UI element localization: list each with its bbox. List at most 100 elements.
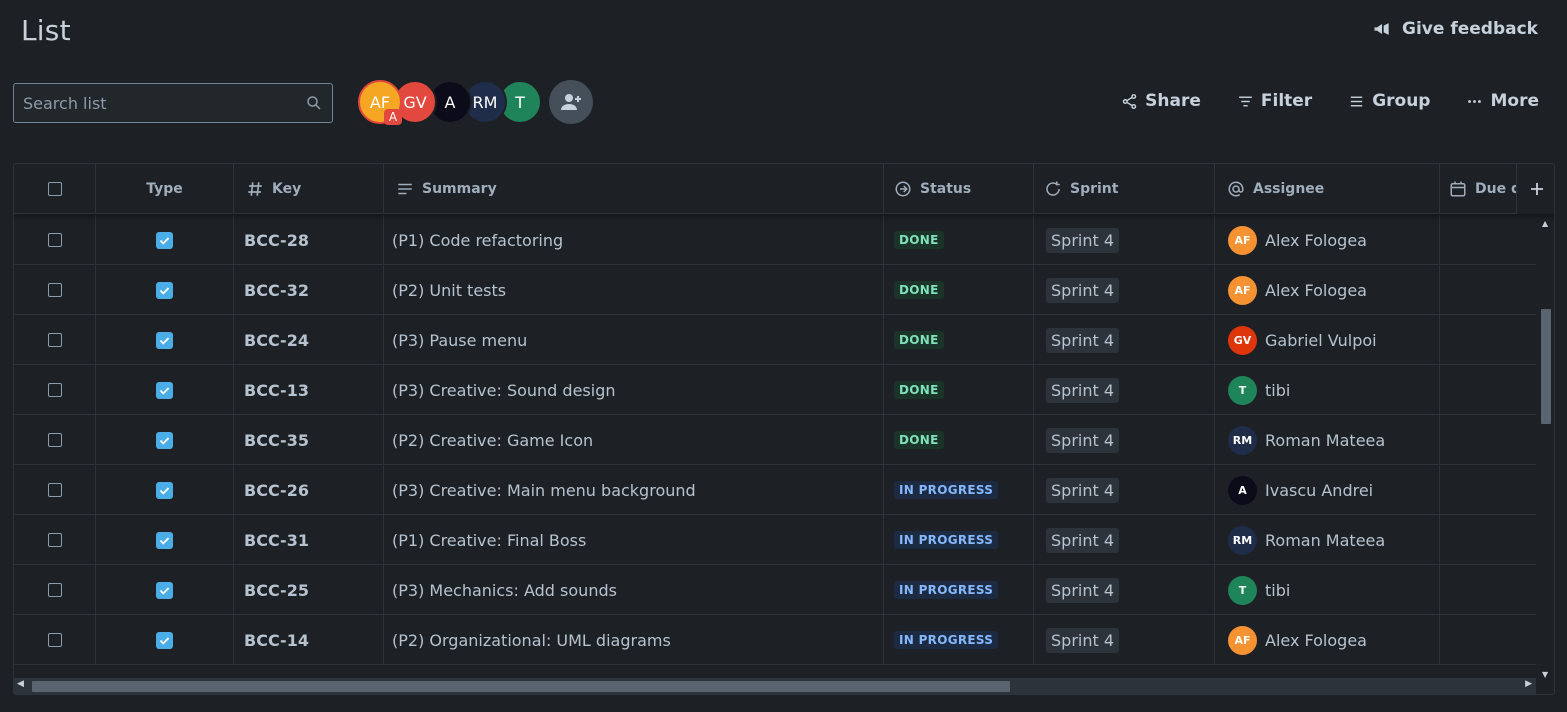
status-cell[interactable]: DONE xyxy=(884,265,1034,315)
assignee-cell[interactable]: Ttibi xyxy=(1215,365,1440,415)
status-cell[interactable]: IN PROGRESS xyxy=(884,465,1034,515)
row-checkbox[interactable] xyxy=(47,283,62,297)
key-cell[interactable]: BCC-32 xyxy=(234,265,384,315)
sprint-tag[interactable]: Sprint 4 xyxy=(1046,427,1120,453)
add-column-button[interactable] xyxy=(1516,164,1554,214)
table-row[interactable]: BCC-24 (P3) Pause menu DONE Sprint 4 GV Gabri… xyxy=(14,315,1536,365)
row-checkbox[interactable] xyxy=(47,583,62,597)
group-button[interactable]: Group xyxy=(1348,91,1430,111)
summary-cell[interactable]: (P3) Mechanics: Add sounds xyxy=(384,565,884,615)
horizontal-scrollbar[interactable]: ◀ ▶ xyxy=(14,678,1536,694)
sprint-cell[interactable]: Sprint 4 xyxy=(1034,615,1215,665)
status-badge[interactable]: IN PROGRESS xyxy=(894,531,999,549)
sprint-tag[interactable]: Sprint 4 xyxy=(1046,477,1120,503)
issue-key[interactable]: BCC-13 xyxy=(244,381,309,400)
issue-summary[interactable]: (P3) Mechanics: Add sounds xyxy=(392,581,617,600)
key-cell[interactable]: BCC-31 xyxy=(234,515,384,565)
table-row[interactable]: BCC-32 (P2) Unit tests DONE Sprint 4 AF Alex … xyxy=(14,265,1536,315)
due-date-cell[interactable] xyxy=(1440,615,1536,665)
due-date-cell[interactable] xyxy=(1440,515,1536,565)
status-cell[interactable]: DONE xyxy=(884,415,1034,465)
status-cell[interactable]: IN PROGRESS xyxy=(884,515,1034,565)
summary-cell[interactable]: (P3) Creative: Sound design xyxy=(384,365,884,415)
key-cell[interactable]: BCC-24 xyxy=(234,315,384,365)
issue-key[interactable]: BCC-25 xyxy=(244,581,309,600)
issue-key[interactable]: BCC-14 xyxy=(244,631,309,650)
select-all-checkbox[interactable] xyxy=(47,182,62,196)
issue-summary[interactable]: (P3) Pause menu xyxy=(392,331,527,350)
column-header-summary[interactable]: Summary xyxy=(384,164,884,214)
issue-summary[interactable]: (P1) Code refactoring xyxy=(392,231,563,250)
sprint-cell[interactable]: Sprint 4 xyxy=(1034,365,1215,415)
assignee-cell[interactable]: GV Gabriel Vulpoi xyxy=(1215,315,1440,365)
row-checkbox[interactable] xyxy=(47,233,62,247)
status-badge[interactable]: IN PROGRESS xyxy=(894,581,999,599)
table-row[interactable]: BCC-25 (P3) Mechanics: Add sounds IN PROGR… xyxy=(14,565,1536,615)
due-date-cell[interactable] xyxy=(1440,265,1536,315)
summary-cell[interactable]: (P2) Creative: Game Icon xyxy=(384,415,884,465)
horizontal-scroll-thumb[interactable] xyxy=(32,681,1010,692)
issue-key[interactable]: BCC-35 xyxy=(244,431,309,450)
assignee-cell[interactable]: AF Alex Fologea xyxy=(1215,265,1440,315)
assignee-cell[interactable]: RM Roman Mateea xyxy=(1215,515,1440,565)
status-cell[interactable]: DONE xyxy=(884,215,1034,265)
summary-cell[interactable]: (P2) Organizational: UML diagrams xyxy=(384,615,884,665)
issue-key[interactable]: BCC-31 xyxy=(244,531,309,550)
issue-key[interactable]: BCC-32 xyxy=(244,281,309,300)
key-cell[interactable]: BCC-26 xyxy=(234,465,384,515)
status-badge[interactable]: DONE xyxy=(894,381,944,399)
due-date-cell[interactable] xyxy=(1440,465,1536,515)
scroll-left-icon[interactable]: ◀ xyxy=(17,679,24,689)
scroll-up-icon[interactable]: ▲ xyxy=(1542,219,1548,228)
sprint-cell[interactable]: Sprint 4 xyxy=(1034,265,1215,315)
issue-summary[interactable]: (P2) Creative: Game Icon xyxy=(392,431,593,450)
issue-summary[interactable]: (P2) Organizational: UML diagrams xyxy=(392,631,671,650)
key-cell[interactable]: BCC-25 xyxy=(234,565,384,615)
summary-cell[interactable]: (P3) Creative: Main menu background xyxy=(384,465,884,515)
issue-key[interactable]: BCC-28 xyxy=(244,231,309,250)
issue-key[interactable]: BCC-24 xyxy=(244,331,309,350)
share-button[interactable]: Share xyxy=(1121,91,1201,111)
summary-cell[interactable]: (P1) Code refactoring xyxy=(384,215,884,265)
filter-button[interactable]: Filter xyxy=(1237,91,1312,111)
column-header-assignee[interactable]: Assignee xyxy=(1215,164,1440,214)
status-badge[interactable]: IN PROGRESS xyxy=(894,631,999,649)
summary-cell[interactable]: (P1) Creative: Final Boss xyxy=(384,515,884,565)
table-row[interactable]: BCC-26 (P3) Creative: Main menu backgroun… xyxy=(14,465,1536,515)
sprint-tag[interactable]: Sprint 4 xyxy=(1046,327,1120,353)
sprint-tag[interactable]: Sprint 4 xyxy=(1046,527,1120,553)
status-cell[interactable]: IN PROGRESS xyxy=(884,615,1034,665)
key-cell[interactable]: BCC-14 xyxy=(234,615,384,665)
assignee-cell[interactable]: A Ivascu Andrei xyxy=(1215,465,1440,515)
key-cell[interactable]: BCC-13 xyxy=(234,365,384,415)
give-feedback-button[interactable]: Give feedback xyxy=(1372,19,1538,39)
table-row[interactable]: BCC-14 (P2) Organizational: UML diagrams I… xyxy=(14,615,1536,665)
sprint-tag[interactable]: Sprint 4 xyxy=(1046,377,1120,403)
sprint-cell[interactable]: Sprint 4 xyxy=(1034,415,1215,465)
key-cell[interactable]: BCC-28 xyxy=(234,215,384,265)
due-date-cell[interactable] xyxy=(1440,365,1536,415)
status-cell[interactable]: IN PROGRESS xyxy=(884,565,1034,615)
row-checkbox[interactable] xyxy=(47,383,62,397)
due-date-cell[interactable] xyxy=(1440,565,1536,615)
sprint-cell[interactable]: Sprint 4 xyxy=(1034,565,1215,615)
due-date-cell[interactable] xyxy=(1440,215,1536,265)
summary-cell[interactable]: (P3) Pause menu xyxy=(384,315,884,365)
status-cell[interactable]: DONE xyxy=(884,315,1034,365)
sprint-tag[interactable]: Sprint 4 xyxy=(1046,277,1120,303)
status-badge[interactable]: DONE xyxy=(894,281,944,299)
scroll-down-icon[interactable]: ▼ xyxy=(1542,670,1548,679)
row-checkbox[interactable] xyxy=(47,533,62,547)
row-checkbox[interactable] xyxy=(47,483,62,497)
assignee-cell[interactable]: AF Alex Fologea xyxy=(1215,215,1440,265)
key-cell[interactable]: BCC-35 xyxy=(234,415,384,465)
due-date-cell[interactable] xyxy=(1440,415,1536,465)
sprint-tag[interactable]: Sprint 4 xyxy=(1046,627,1120,653)
search-input[interactable] xyxy=(23,93,305,113)
due-date-cell[interactable] xyxy=(1440,315,1536,365)
issue-summary[interactable]: (P3) Creative: Main menu background xyxy=(392,481,696,500)
scroll-right-icon[interactable]: ▶ xyxy=(1525,679,1532,689)
vertical-scrollbar[interactable]: ▲ ▼ xyxy=(1539,219,1551,679)
assignee-cell[interactable]: AF Alex Fologea xyxy=(1215,615,1440,665)
issue-summary[interactable]: (P1) Creative: Final Boss xyxy=(392,531,586,550)
